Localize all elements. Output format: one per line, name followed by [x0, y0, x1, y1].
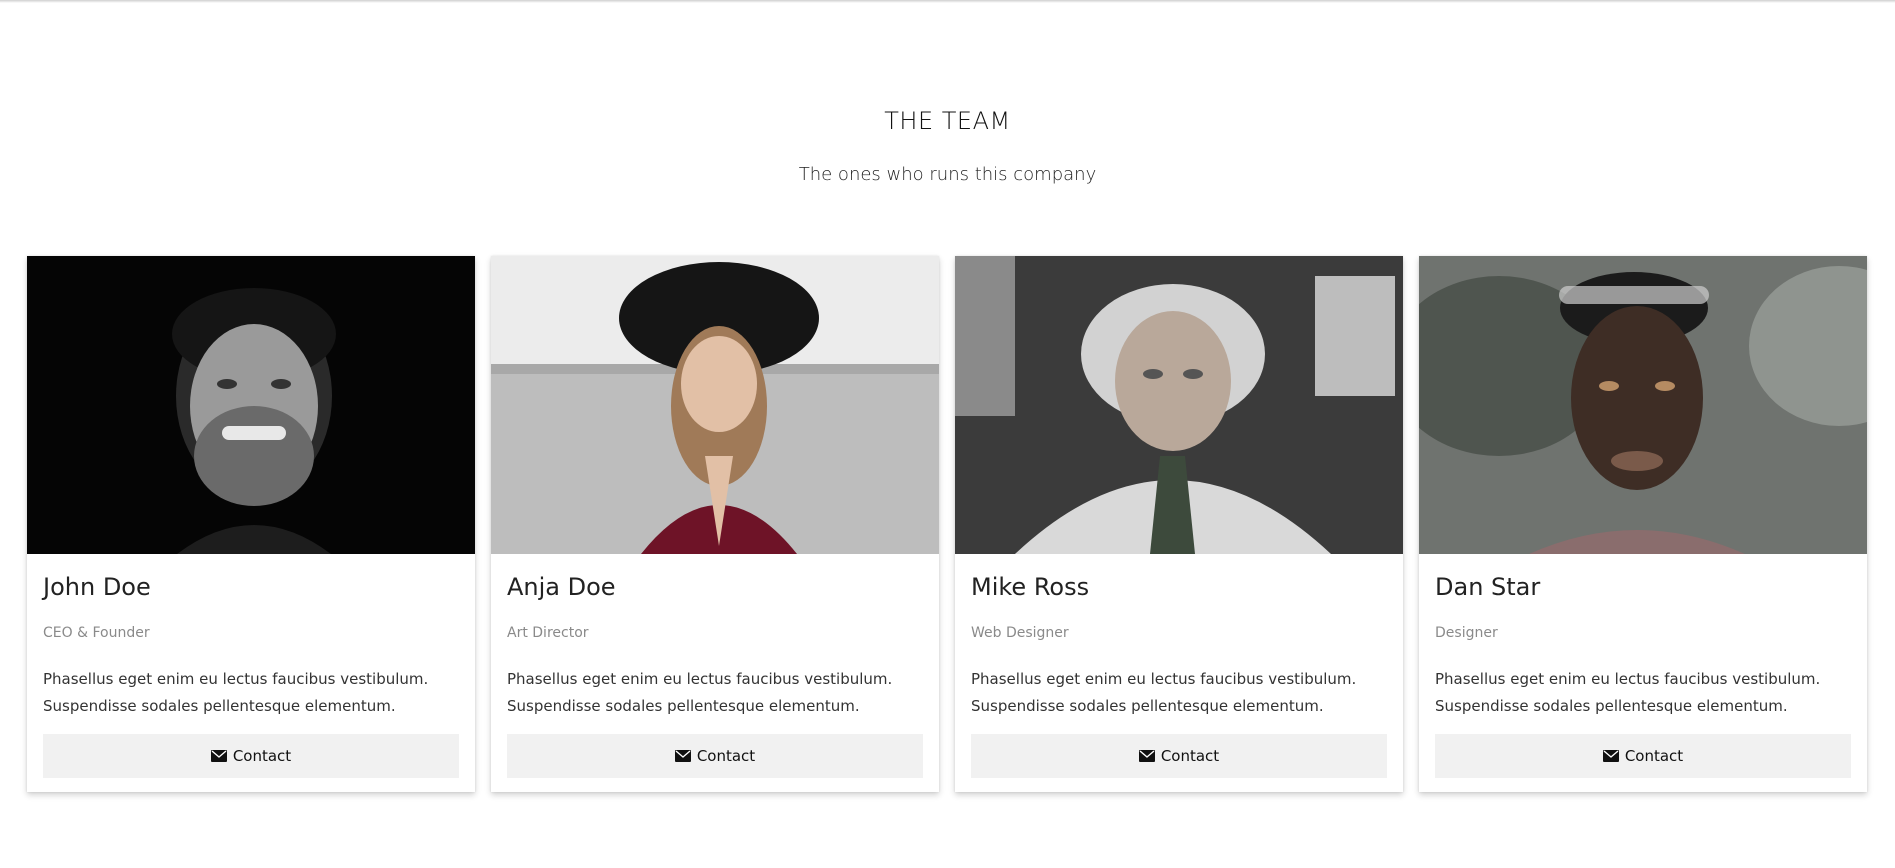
member-role: Web Designer — [971, 625, 1069, 641]
member-role: CEO & Founder — [43, 625, 150, 641]
contact-button-label: Contact — [1160, 747, 1220, 765]
description-line: Suspendisse sodales pellentesque element… — [507, 697, 860, 715]
team-card-mike-ross: Mike Ross Web Designer Phasellus eget en… — [955, 256, 1403, 792]
description-line: Suspendisse sodales pellentesque element… — [43, 697, 396, 715]
member-description: Phasellus eget enim eu lectus faucibus v… — [1435, 666, 1851, 720]
top-bar-shadow — [0, 0, 1895, 3]
contact-button[interactable]: Contact — [507, 734, 923, 778]
member-description: Phasellus eget enim eu lectus faucibus v… — [507, 666, 923, 720]
team-member-photo — [955, 256, 1403, 554]
description-line: Phasellus eget enim eu lectus faucibus v… — [507, 670, 893, 688]
description-line: Phasellus eget enim eu lectus faucibus v… — [43, 670, 429, 688]
description-line: Phasellus eget enim eu lectus faucibus v… — [1435, 670, 1821, 688]
member-role: Art Director — [507, 625, 589, 641]
team-member-photo — [27, 256, 475, 554]
member-name: Dan Star — [1435, 573, 1541, 601]
description-line: Suspendisse sodales pellentesque element… — [1435, 697, 1788, 715]
team-member-photo — [491, 256, 939, 554]
member-name: Mike Ross — [971, 573, 1090, 601]
envelope-icon — [674, 750, 691, 762]
member-description: Phasellus eget enim eu lectus faucibus v… — [971, 666, 1387, 720]
member-name: Anja Doe — [507, 573, 616, 601]
description-line: Suspendisse sodales pellentesque element… — [971, 697, 1324, 715]
envelope-icon — [210, 750, 227, 762]
team-card-anja-doe: Anja Doe Art Director Phasellus eget eni… — [491, 256, 939, 792]
contact-button-label: Contact — [696, 747, 756, 765]
description-line: Phasellus eget enim eu lectus faucibus v… — [971, 670, 1357, 688]
team-card-dan-star: Dan Star Designer Phasellus eget enim eu… — [1419, 256, 1867, 792]
team-card-john-doe: John Doe CEO & Founder Phasellus eget en… — [27, 256, 475, 792]
section-subtitle: The ones who runs this company — [798, 164, 1097, 185]
team-member-photo — [1419, 256, 1867, 554]
contact-button-label: Contact — [1624, 747, 1684, 765]
contact-button[interactable]: Contact — [1435, 734, 1851, 778]
member-description: Phasellus eget enim eu lectus faucibus v… — [43, 666, 459, 720]
contact-button[interactable]: Contact — [971, 734, 1387, 778]
envelope-icon — [1138, 750, 1155, 762]
member-role: Designer — [1435, 625, 1498, 641]
member-name: John Doe — [43, 573, 151, 601]
envelope-icon — [1602, 750, 1619, 762]
contact-button[interactable]: Contact — [43, 734, 459, 778]
contact-button-label: Contact — [232, 747, 292, 765]
section-title: THE TEAM — [884, 107, 1011, 135]
